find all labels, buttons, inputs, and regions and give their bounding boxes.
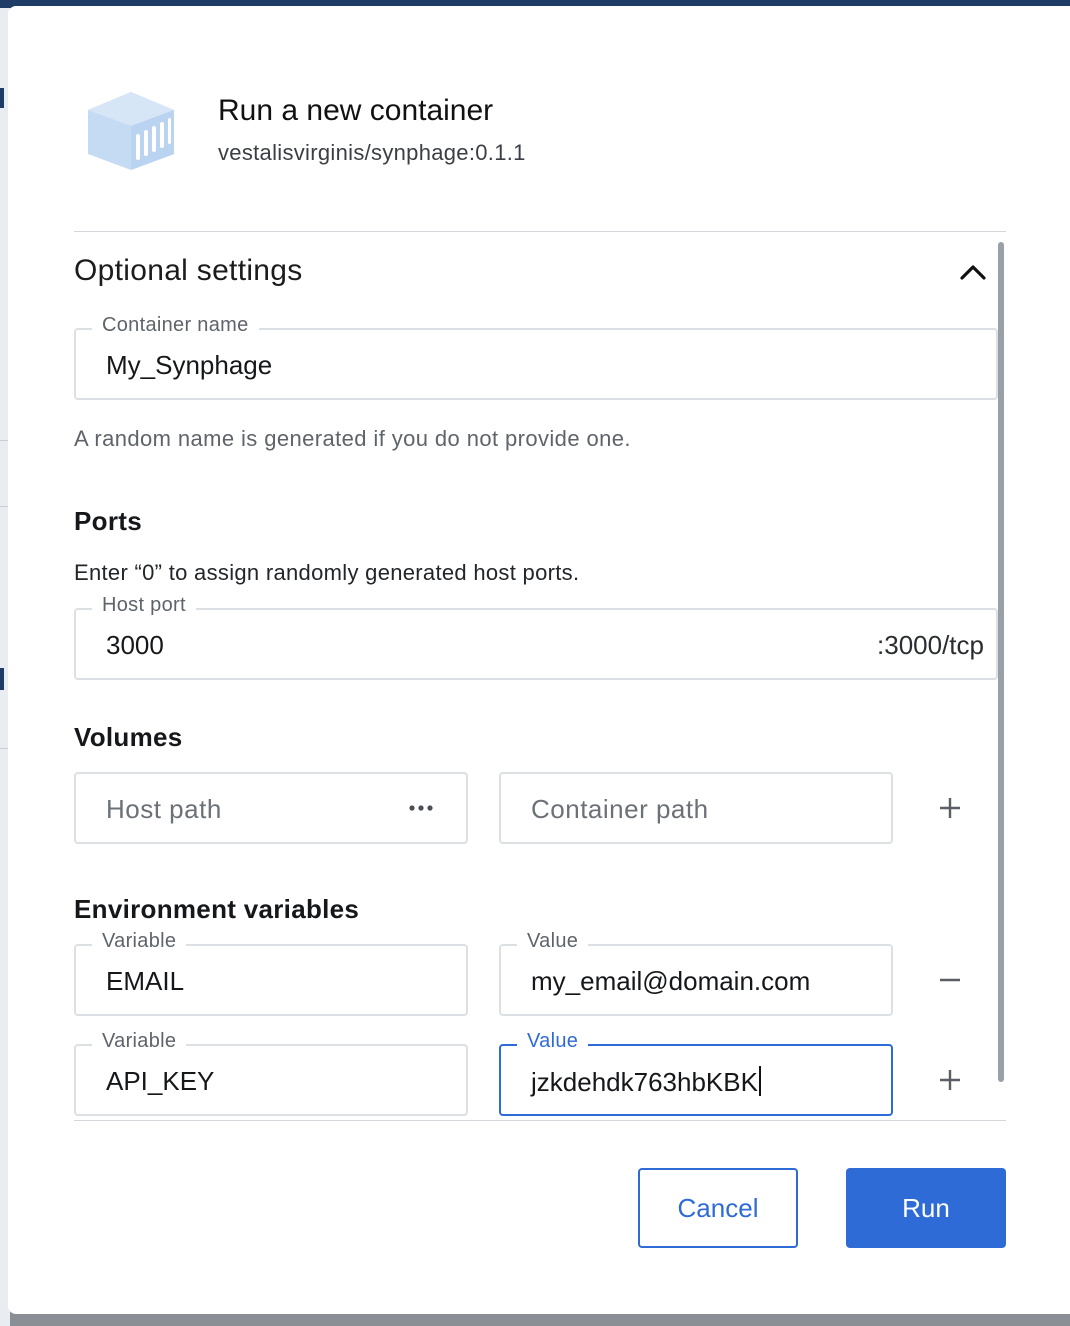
env-value-value[interactable]: my_email@domain.com <box>531 966 810 997</box>
more-horizontal-icon[interactable] <box>408 804 434 812</box>
host-path-input[interactable]: Host path <box>74 772 468 844</box>
env-value-field-2[interactable]: Value jzkdehdk763hbKBK <box>499 1030 893 1116</box>
host-port-value[interactable]: 3000 <box>106 630 164 661</box>
env-value-text: jzkdehdk763hbKBK <box>531 1067 758 1097</box>
scrollbar-thumb[interactable] <box>998 242 1004 1082</box>
ports-heading: Ports <box>74 506 142 536</box>
container-name-helper: A random name is generated if you do not… <box>74 426 631 451</box>
env-vars-heading: Environment variables <box>74 894 360 924</box>
container-path-input[interactable]: Container path <box>499 772 893 844</box>
run-button[interactable]: Run <box>846 1168 1006 1248</box>
container-path-placeholder: Container path <box>531 794 709 824</box>
env-value-label: Value <box>517 930 589 953</box>
host-port-label: Host port <box>92 594 196 617</box>
env-variable-label: Variable <box>92 930 187 953</box>
container-port-suffix: :3000/tcp <box>877 630 984 660</box>
container-cube-icon <box>88 92 174 170</box>
settings-scroll-area[interactable]: Optional settings Container name My_Synp… <box>74 231 1006 1121</box>
env-variable-value[interactable]: API_KEY <box>106 1066 214 1097</box>
dialog-title: Run a new container <box>218 94 494 127</box>
volumes-heading: Volumes <box>74 722 183 752</box>
run-container-dialog: Run a new container vestalisvirginis/syn… <box>8 6 1070 1314</box>
add-env-plus-icon[interactable] <box>938 1068 962 1092</box>
env-variable-label: Variable <box>92 1030 187 1053</box>
host-port-field[interactable]: Host port 3000 :3000/tcp <box>74 594 998 680</box>
env-value-label: Value <box>517 1030 589 1053</box>
add-volume-plus-icon[interactable] <box>938 796 962 820</box>
text-caret <box>758 1066 761 1096</box>
env-value-field-1[interactable]: Value my_email@domain.com <box>499 930 893 1016</box>
env-variable-field-1[interactable]: Variable EMAIL <box>74 930 468 1016</box>
cancel-button[interactable]: Cancel <box>638 1168 798 1248</box>
optional-settings-title: Optional settings <box>74 254 303 287</box>
ports-description: Enter “0” to assign randomly generated h… <box>74 560 580 585</box>
container-name-value[interactable]: My_Synphage <box>106 350 272 381</box>
container-name-field[interactable]: Container name My_Synphage <box>74 314 998 400</box>
host-path-placeholder: Host path <box>106 794 222 824</box>
container-name-label: Container name <box>92 314 259 337</box>
chevron-up-icon[interactable] <box>958 260 988 284</box>
env-variable-value[interactable]: EMAIL <box>106 966 184 997</box>
image-name: vestalisvirginis/synphage:0.1.1 <box>218 140 526 165</box>
env-variable-field-2[interactable]: Variable API_KEY <box>74 1030 468 1116</box>
env-value-value[interactable]: jzkdehdk763hbKBK <box>531 1066 761 1098</box>
remove-env-minus-icon[interactable] <box>938 968 962 992</box>
